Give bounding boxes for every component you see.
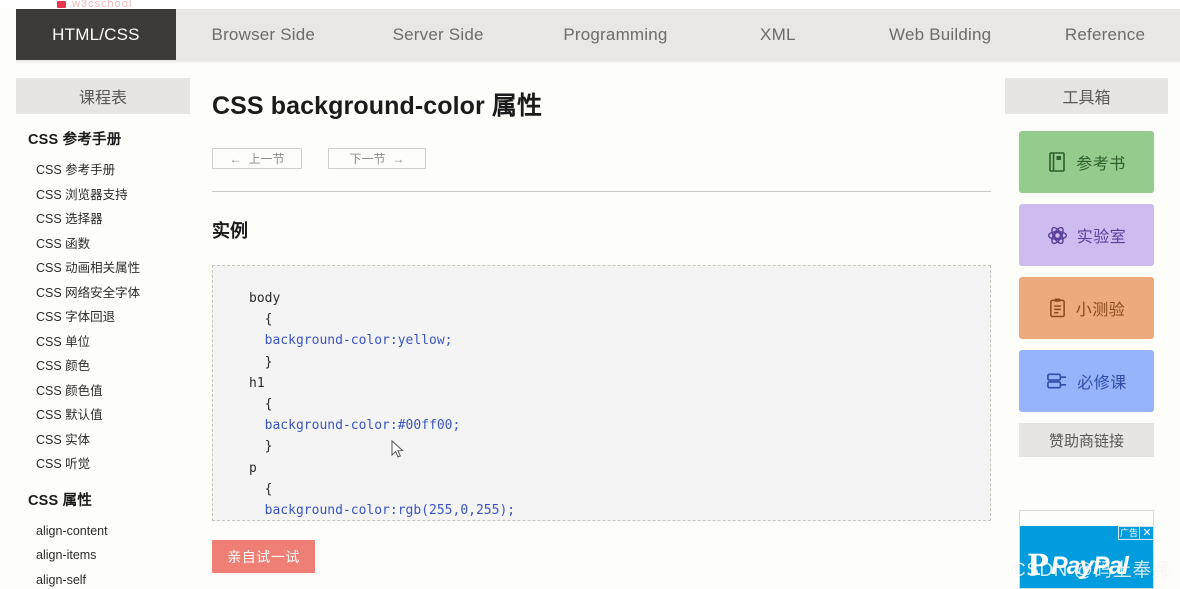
sidebar-item-align-content[interactable]: align-content (28, 519, 190, 544)
toolbox-button-reference-book[interactable]: 参考书 (1019, 131, 1154, 193)
code-line: background-color:rgb(255,0,255); (249, 503, 515, 518)
sidebar-item-align-items[interactable]: align-items (28, 543, 190, 568)
nav-item-html-css[interactable]: HTML/CSS (16, 9, 176, 60)
toolbox-label-lab: 实验室 (1077, 223, 1127, 247)
sidebar-item-entities[interactable]: CSS 实体 (28, 428, 190, 453)
toolbox-label-required-course: 必修课 (1077, 369, 1127, 393)
sidebar-item-selectors[interactable]: CSS 选择器 (28, 207, 190, 232)
main-navigation: HTML/CSS Browser Side Server Side Progra… (16, 9, 1180, 60)
advertisement-badge-group: 广告 ✕ (1118, 526, 1154, 540)
sidebar-item-websafe-fonts[interactable]: CSS 网络安全字体 (28, 281, 190, 306)
code-line: h1 (249, 376, 265, 391)
sidebar-item-colors[interactable]: CSS 颜色 (28, 354, 190, 379)
sidebar-item-animation-props[interactable]: CSS 动画相关属性 (28, 256, 190, 281)
layers-icon (1046, 371, 1068, 391)
nav-item-xml[interactable]: XML (705, 9, 850, 60)
toolbox-label-reference-book: 参考书 (1076, 150, 1126, 174)
close-icon[interactable]: ✕ (1140, 526, 1154, 540)
nav-item-web-building[interactable]: Web Building (850, 9, 1030, 60)
nav-item-reference[interactable]: Reference (1030, 9, 1180, 60)
advertisement-label: 广告 (1118, 526, 1140, 540)
sidebar-item-aural[interactable]: CSS 听觉 (28, 452, 190, 477)
page-title: CSS background-color 属性 (212, 86, 996, 122)
divider (212, 191, 991, 192)
toolbox-button-lab[interactable]: 实验室 (1019, 204, 1154, 266)
site-logo-text: w3cschool (72, 0, 132, 9)
left-sidebar-header: 课程表 (16, 78, 190, 114)
next-section-button[interactable]: 下一节 → (328, 148, 426, 169)
toolbox-button-quiz[interactable]: 小测验 (1019, 277, 1154, 339)
menu-group-title-properties: CSS 属性 (28, 489, 190, 510)
code-line: background-color:yellow; (249, 333, 453, 348)
sidebar-item-color-values[interactable]: CSS 颜色值 (28, 379, 190, 404)
example-section-title: 实例 (212, 217, 996, 243)
code-line: { (249, 482, 272, 497)
sidebar-item-css-reference[interactable]: CSS 参考手册 (28, 158, 190, 183)
pagination-controls: ← 上一节 下一节 → (212, 148, 996, 169)
previous-section-button[interactable]: ← 上一节 (212, 148, 302, 169)
browser-page: w3cschool HTML/CSS Browser Side Server S… (0, 0, 1180, 589)
right-sidebar: 工具箱 参考书 (1005, 78, 1168, 589)
sidebar-item-defaults[interactable]: CSS 默认值 (28, 403, 190, 428)
previous-section-label: 上一节 (248, 150, 284, 167)
navbar-shadow (16, 60, 1180, 64)
nav-item-programming[interactable]: Programming (526, 9, 706, 60)
toolbox-header: 工具箱 (1005, 78, 1168, 114)
sidebar-item-functions[interactable]: CSS 函数 (28, 232, 190, 257)
code-line: } (249, 439, 272, 454)
code-line: p (249, 461, 257, 476)
sidebar-item-browser-support[interactable]: CSS 浏览器支持 (28, 183, 190, 208)
left-sidebar: 课程表 CSS 参考手册 CSS 参考手册 CSS 浏览器支持 CSS 选择器 … (16, 78, 190, 589)
code-line: background-color:#00ff00; (249, 418, 460, 433)
toolbox-button-required-course[interactable]: 必修课 (1019, 350, 1154, 412)
arrow-left-icon: ← (229, 152, 241, 166)
mouse-cursor (391, 440, 405, 459)
arrow-right-icon: → (393, 152, 405, 166)
try-it-yourself-button[interactable]: 亲自试一试 (212, 540, 315, 573)
sidebar-item-font-fallback[interactable]: CSS 字体回退 (28, 305, 190, 330)
site-logo-strip: w3cschool (0, 0, 1180, 9)
toolbox-label-quiz: 小测验 (1076, 296, 1126, 320)
watermark-text: CSDN @码上奉先 (1012, 555, 1171, 582)
code-line: } (249, 355, 272, 370)
site-logo-mark (57, 1, 66, 8)
main-content: CSS background-color 属性 ← 上一节 下一节 → 实例 b… (206, 78, 996, 589)
menu-group-title-reference: CSS 参考手册 (28, 128, 190, 149)
atom-icon (1047, 225, 1068, 246)
nav-item-browser-side[interactable]: Browser Side (176, 9, 351, 60)
clipboard-icon (1048, 297, 1067, 319)
sponsor-links-header: 赞助商链接 (1019, 423, 1154, 457)
code-example-block: body { background-color:yellow; } h1 { b… (212, 265, 991, 521)
sidebar-item-align-self[interactable]: align-self (28, 568, 190, 589)
code-line: { (249, 312, 272, 327)
code-line: { (249, 397, 272, 412)
next-section-label: 下一节 (349, 150, 385, 167)
book-icon (1047, 151, 1067, 173)
nav-item-server-side[interactable]: Server Side (351, 9, 526, 60)
sidebar-item-units[interactable]: CSS 单位 (28, 330, 190, 355)
code-line: body (249, 291, 280, 306)
